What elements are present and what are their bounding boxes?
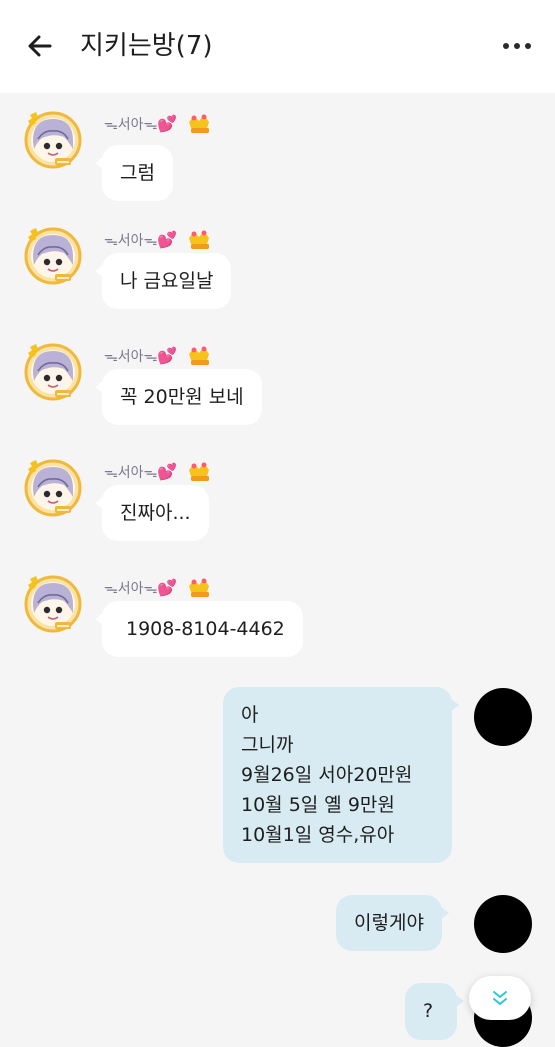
sender-avatar[interactable] (24, 459, 82, 517)
sender-name-text: ᯓ서아ᯓ (104, 117, 158, 133)
my-message-bubble[interactable]: ? (405, 983, 464, 1040)
arrow-left-icon (28, 35, 52, 57)
sender-name: ᯓ서아ᯓ💕 (104, 579, 177, 598)
more-options-button[interactable] (501, 32, 533, 60)
message-bubble[interactable]: 꼭 20만원 보네 (95, 369, 262, 425)
sender-name: ᯓ서아ᯓ💕 (104, 347, 177, 366)
sender-avatar[interactable] (24, 343, 82, 401)
sender-name: ᯓ서아ᯓ💕 (104, 115, 177, 134)
heart-icon: 💕 (157, 230, 178, 249)
crown-badge-icon (189, 230, 209, 249)
crown-badge-icon (189, 346, 209, 365)
more-dot (525, 43, 531, 49)
more-dot (503, 43, 509, 49)
my-avatar[interactable] (474, 688, 532, 746)
sender-name-text: ᯓ서아ᯓ (104, 233, 158, 249)
sender-name: ᯓ서아ᯓ💕 (104, 463, 177, 482)
crown-badge-icon (189, 114, 209, 133)
my-avatar[interactable] (474, 895, 532, 953)
sender-avatar[interactable] (24, 575, 82, 633)
sender-name-text: ᯓ서아ᯓ (104, 581, 158, 597)
sender-name-text: ᯓ서아ᯓ (104, 349, 158, 365)
heart-icon: 💕 (157, 114, 178, 133)
sender-avatar[interactable] (24, 227, 82, 285)
heart-icon: 💕 (157, 346, 178, 365)
double-chevron-down-icon (493, 991, 507, 1005)
chat-room-title: 지키는방(7) (80, 31, 213, 61)
sender-name: ᯓ서아ᯓ💕 (104, 231, 177, 250)
crown-badge-icon (189, 578, 209, 597)
message-bubble[interactable]: 나 금요일날 (94, 253, 232, 309)
sender-name-text: ᯓ서아ᯓ (104, 465, 158, 481)
crown-badge-icon (189, 462, 209, 481)
heart-icon: 💕 (157, 578, 178, 597)
heart-icon: 💕 (157, 462, 178, 481)
chat-header: 지키는방(7) (0, 0, 555, 93)
scroll-to-bottom-button[interactable] (469, 976, 531, 1020)
message-list[interactable]: ᯓ서아ᯓ💕 그럼 ᯓ서아ᯓ💕 나 금요일날 ᯓ서아ᯓ💕 꼭 20만원 보네 ᯓ서… (0, 93, 555, 1047)
message-bubble[interactable]: 진짜아... (95, 485, 209, 541)
back-button[interactable] (22, 28, 58, 64)
message-bubble[interactable]: 1908-8104-4462 (95, 601, 303, 657)
more-dot (514, 43, 520, 49)
message-bubble[interactable]: 그럼 (95, 145, 173, 201)
sender-avatar[interactable] (24, 111, 82, 169)
my-message-bubble[interactable]: 아 그니까 9월26일 서아20만원 10월 5일 옐 9만원 10월1일 영수… (223, 687, 459, 863)
my-message-bubble[interactable]: 이렇게야 (336, 895, 449, 951)
